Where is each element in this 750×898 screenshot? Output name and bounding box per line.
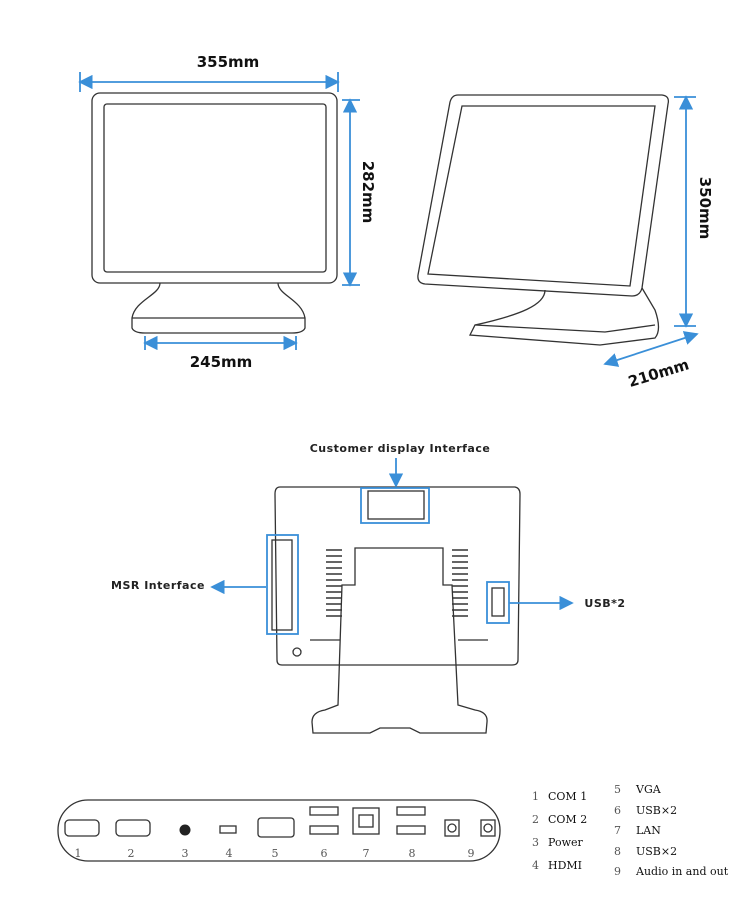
port-legend: 1 COM 1 2 COM 2 3 Power 4 HDMI 5 VGA 6 U… (532, 783, 729, 878)
audio-port-icon (444, 819, 460, 837)
base-width-label: 245mm (190, 353, 253, 371)
usb-port-icon (396, 806, 426, 816)
legend-label: COM 2 (548, 813, 587, 826)
port-number: 3 (182, 847, 189, 860)
usb-port-icon (309, 825, 339, 835)
front-view-monitor (91, 92, 338, 334)
port-panel: 1 2 3 4 5 6 7 8 9 (57, 799, 501, 862)
customer-display-callout: Customer display Interface (310, 442, 491, 524)
diagram: 355mm 282mm 245mm 350mm 210mm Customer d… (57, 53, 729, 878)
front-height-label: 282mm (359, 161, 377, 224)
legend-label: Power (548, 836, 584, 849)
customer-display-label: Customer display Interface (310, 442, 491, 455)
base-width-dimension: 245mm (143, 335, 298, 371)
back-view-monitor (271, 486, 521, 734)
com2-port-icon (115, 819, 151, 837)
vga-port-icon (257, 817, 295, 838)
side-height-dimension: 350mm (674, 95, 714, 328)
audio-port-icon (480, 819, 496, 837)
port-number: 7 (363, 847, 370, 860)
legend-label: Audio in and out (635, 865, 729, 878)
port-number: 6 (321, 847, 328, 860)
port-number: 1 (75, 847, 82, 860)
legend-number: 7 (614, 824, 621, 837)
port-number: 5 (272, 847, 279, 860)
legend-label: LAN (636, 824, 661, 837)
legend-label: COM 1 (548, 790, 587, 803)
legend-number: 4 (532, 859, 539, 872)
legend-number: 1 (532, 790, 539, 803)
legend-number: 5 (614, 783, 621, 796)
msr-label: MSR Interface (111, 579, 205, 592)
side-view-monitor (417, 94, 670, 346)
hdmi-port-icon (219, 825, 237, 834)
legend-number: 2 (532, 813, 539, 826)
front-width-label: 355mm (197, 53, 260, 71)
side-height-label: 350mm (696, 177, 714, 240)
legend-label: USB×2 (636, 845, 677, 858)
legend-label: USB×2 (636, 804, 677, 817)
port-number: 4 (226, 847, 233, 860)
legend-number: 9 (614, 865, 621, 878)
front-width-dimension: 355mm (78, 53, 340, 92)
usb-port-icon (309, 806, 339, 816)
usb-port-icon (396, 825, 426, 835)
legend-number: 3 (532, 836, 539, 849)
port-number: 2 (128, 847, 135, 860)
side-depth-label: 210mm (626, 355, 691, 391)
legend-number: 8 (614, 845, 621, 858)
com1-port-icon (64, 819, 100, 837)
legend-label: VGA (635, 783, 662, 796)
port-number: 8 (409, 847, 416, 860)
lan-port-icon (352, 807, 380, 835)
power-icon (179, 824, 191, 836)
legend-label: HDMI (548, 859, 582, 872)
port-number: 9 (468, 847, 475, 860)
front-height-dimension: 282mm (342, 98, 377, 287)
usb-label: USB*2 (584, 597, 625, 610)
legend-number: 6 (614, 804, 621, 817)
msr-callout: MSR Interface (111, 534, 299, 635)
usb-callout: USB*2 (486, 581, 625, 624)
